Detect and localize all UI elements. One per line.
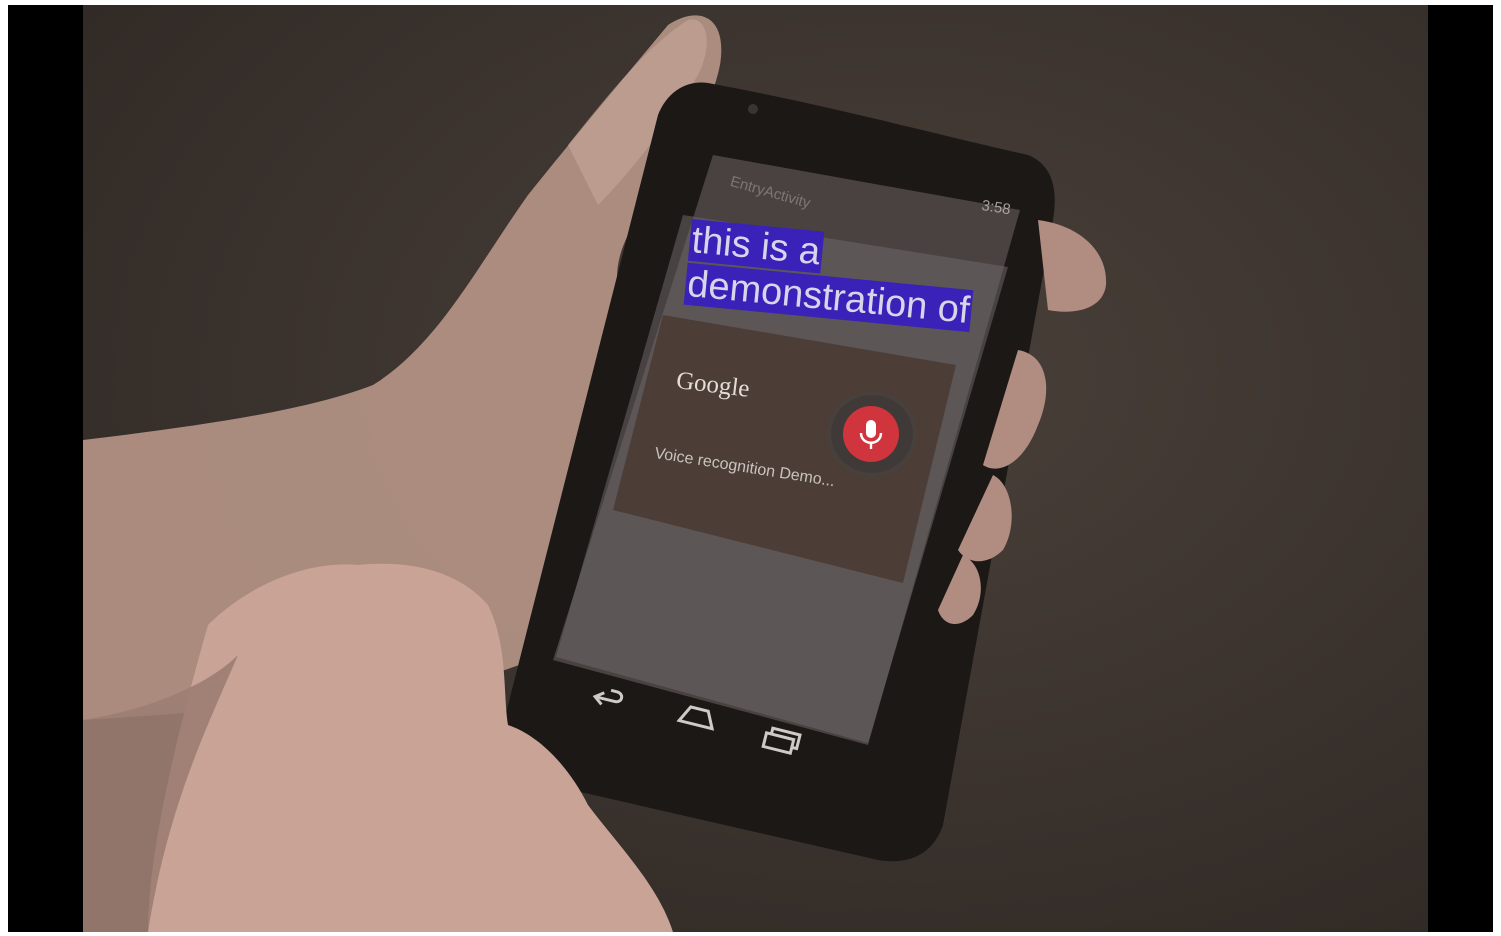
microphone-button[interactable]	[831, 395, 913, 473]
front-camera	[748, 104, 758, 114]
microphone-icon	[843, 406, 899, 462]
video-player: EntryActivity 3:58 this is a demonstrati…	[8, 5, 1493, 932]
video-frame: EntryActivity 3:58 this is a demonstrati…	[0, 0, 1501, 936]
